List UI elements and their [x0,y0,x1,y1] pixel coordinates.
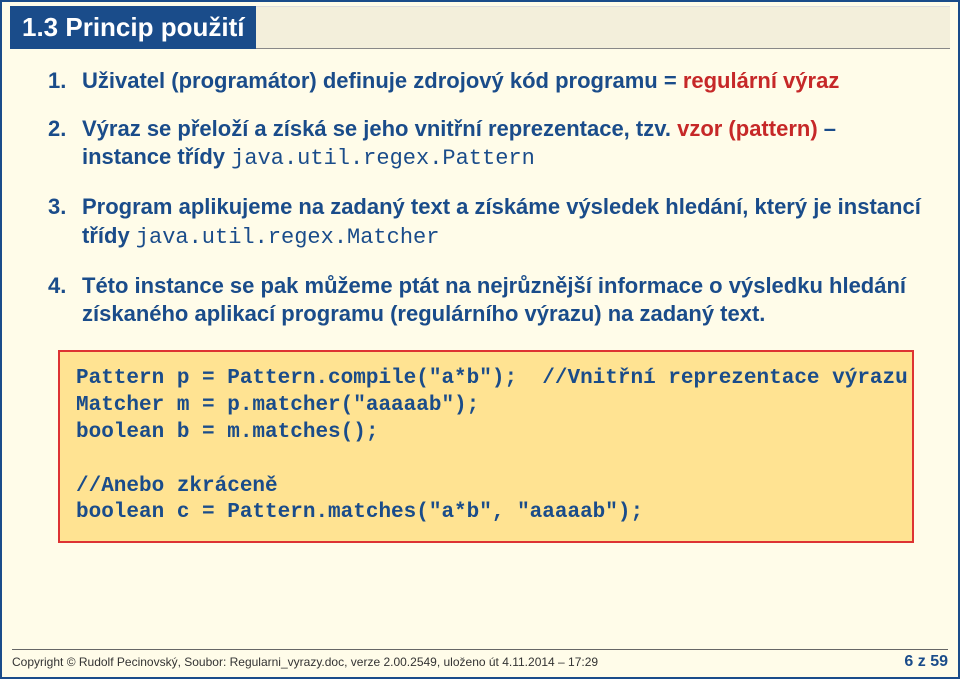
section-heading-bar: 1.3 Princip použití [10,6,950,49]
code-block: Pattern p = Pattern.compile("a*b"); //Vn… [58,350,914,543]
heading-tail [256,6,950,49]
list-text: Výraz se přeloží a získá se jeho vnitřní… [82,116,677,141]
footer-copyright: Copyright © Rudolf Pecinovský, Soubor: R… [12,655,598,669]
ordered-list: Uživatel (programátor) definuje zdrojový… [48,67,922,328]
list-item: Výraz se přeloží a získá se jeho vnitřní… [48,115,922,173]
section-heading: 1.3 Princip použití [10,6,256,49]
class-name: java.util.regex.Matcher [136,225,440,250]
list-item: Program aplikujeme na zadaný text a získ… [48,193,922,251]
list-keyword: regulární výraz [683,68,840,93]
list-keyword: vzor (pattern) [677,116,818,141]
footer: Copyright © Rudolf Pecinovský, Soubor: R… [12,649,948,671]
content-area: Uživatel (programátor) definuje zdrojový… [2,49,958,553]
class-name: java.util.regex.Pattern [231,146,535,171]
list-text: Této instance se pak můžeme ptát na nejr… [82,273,906,326]
list-text: Uživatel (programátor) definuje zdrojový… [82,68,683,93]
page-number: 6 z 59 [904,653,948,671]
list-item: Uživatel (programátor) definuje zdrojový… [48,67,922,95]
list-item: Této instance se pak můžeme ptát na nejr… [48,272,922,328]
